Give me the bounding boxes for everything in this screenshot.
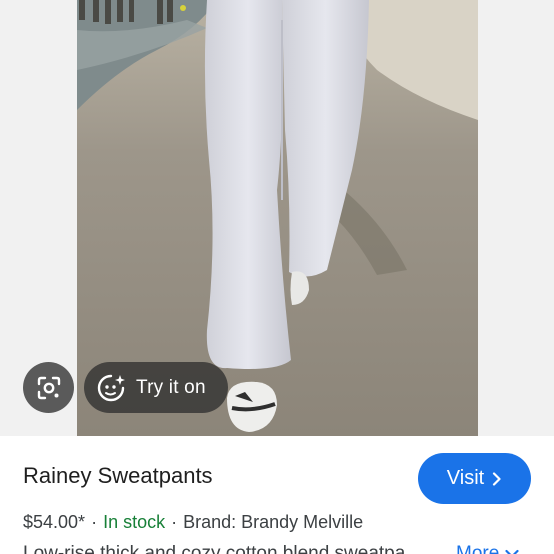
chevron-right-icon bbox=[493, 471, 501, 486]
product-price: $54.00* bbox=[23, 512, 86, 532]
visit-button[interactable]: Visit bbox=[418, 453, 531, 504]
separator-dot: · bbox=[91, 512, 98, 532]
product-image-area[interactable]: Try it on bbox=[0, 0, 554, 436]
product-info-panel: Rainey Sweatpants Visit $54.00* · In stock… bbox=[0, 436, 554, 554]
lens-camera-icon bbox=[37, 376, 60, 399]
product-description: Low-rise thick and cozy cotton blend swe… bbox=[23, 543, 406, 554]
stock-status: In stock bbox=[103, 512, 166, 532]
try-it-on-label: Try it on bbox=[136, 376, 206, 398]
more-label: More bbox=[456, 543, 500, 554]
separator-dot: · bbox=[171, 512, 178, 532]
product-brand: Brand: Brandy Melville bbox=[183, 512, 364, 532]
product-meta: $54.00* · In stock · Brand: Brandy Melville bbox=[23, 512, 363, 533]
try-it-on-button[interactable]: Try it on bbox=[84, 362, 228, 413]
more-button[interactable]: More bbox=[456, 543, 519, 554]
sparkle-face-icon bbox=[97, 374, 125, 401]
visit-label: Visit bbox=[446, 467, 485, 489]
lens-button[interactable] bbox=[23, 362, 74, 413]
chevron-down-icon bbox=[505, 549, 519, 554]
product-title: Rainey Sweatpants bbox=[23, 463, 213, 488]
